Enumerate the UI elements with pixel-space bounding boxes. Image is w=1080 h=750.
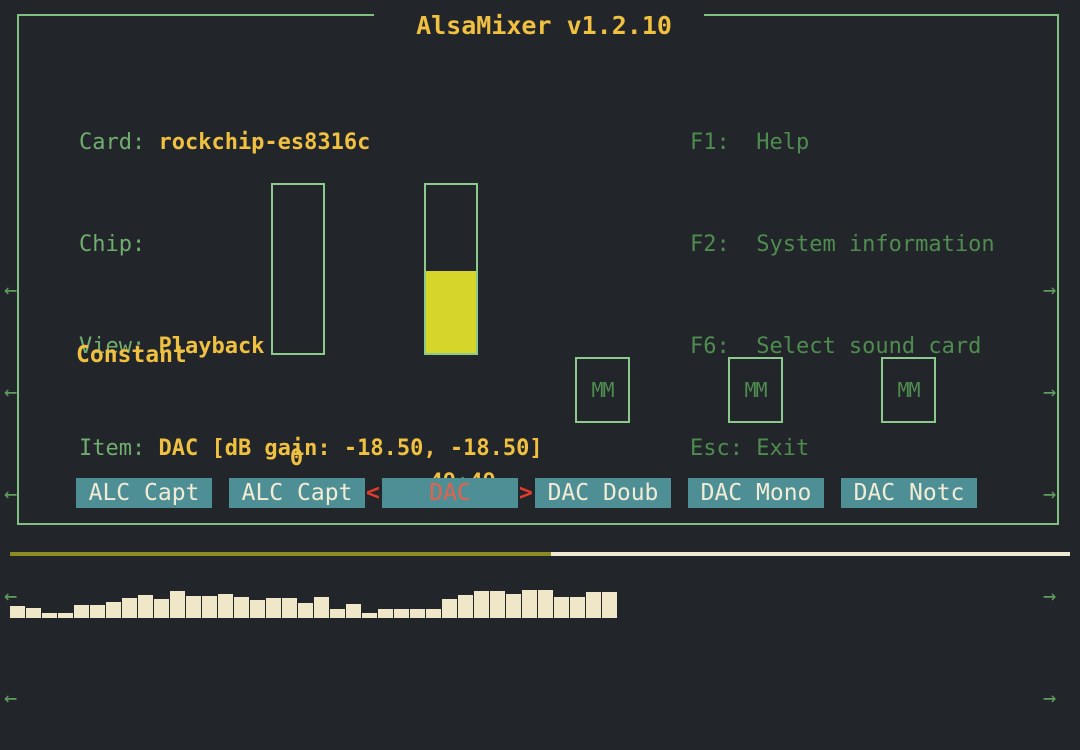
scale-label: Constant bbox=[76, 342, 187, 368]
header-value-card: rockchip-es8316c bbox=[158, 130, 371, 155]
shortcut-esc[interactable]: Esc: Exit bbox=[637, 398, 995, 461]
control-alc-capture-1[interactable]: ALC Capt bbox=[76, 478, 212, 508]
spectrum-bar bbox=[362, 613, 378, 618]
shortcut-f6-key: F6: bbox=[689, 334, 757, 359]
selection-marker-left: < bbox=[366, 480, 380, 506]
spectrum-bar bbox=[10, 606, 26, 618]
audio-spectrum-visualizer bbox=[10, 568, 710, 618]
left-arrow-icon: ← bbox=[4, 380, 18, 405]
spectrum-bar bbox=[458, 595, 474, 618]
shortcut-f1-key: F1: bbox=[689, 130, 757, 155]
spectrum-bar bbox=[282, 598, 298, 618]
shortcut-f2-action: System information bbox=[756, 232, 995, 257]
spectrum-bar bbox=[426, 609, 442, 618]
control-dac-notch[interactable]: DAC Notc bbox=[841, 478, 977, 508]
right-arrow-icon: → bbox=[1043, 278, 1057, 303]
right-arrow-icon: → bbox=[1043, 584, 1057, 609]
spectrum-bar bbox=[154, 599, 170, 618]
spectrum-bar bbox=[90, 605, 106, 618]
shortcut-f1[interactable]: F1: Help bbox=[637, 92, 995, 155]
left-arrow-icon: ← bbox=[4, 482, 18, 507]
spectrum-bar bbox=[378, 609, 394, 618]
spectrum-bar bbox=[58, 613, 74, 618]
scroll-right-arrows[interactable]: → → → → → bbox=[1043, 206, 1070, 750]
spectrum-bar bbox=[538, 590, 554, 618]
keyboard-shortcuts: F1: Help F2: System information F6: Sele… bbox=[637, 24, 995, 466]
scroll-left-arrows[interactable]: ← ← ← ← ← bbox=[4, 206, 31, 750]
right-arrow-icon: → bbox=[1043, 380, 1057, 405]
spectrum-bar bbox=[42, 613, 58, 618]
selection-marker-right: > bbox=[519, 480, 533, 506]
control-dac[interactable]: DAC bbox=[382, 478, 518, 508]
spectrum-bar bbox=[394, 609, 410, 618]
control-dac-double[interactable]: DAC Doub bbox=[535, 478, 671, 508]
shortcut-f6[interactable]: F6: Select sound card bbox=[637, 296, 995, 359]
left-arrow-icon: ← bbox=[4, 278, 18, 303]
header-label-chip: Chip: bbox=[78, 232, 159, 257]
spectrum-bar bbox=[106, 602, 122, 618]
spectrum-bar bbox=[554, 597, 570, 618]
shortcut-f2-key: F2: bbox=[689, 232, 757, 257]
spectrum-bar bbox=[202, 596, 218, 618]
left-arrow-icon: ← bbox=[4, 686, 18, 711]
spectrum-bar bbox=[170, 591, 186, 618]
volume-fill bbox=[426, 271, 476, 353]
volume-bar-alc-capture[interactable] bbox=[271, 183, 325, 355]
header-label-item: Item: bbox=[78, 436, 159, 461]
right-arrow-icon: → bbox=[1043, 482, 1057, 507]
spectrum-bar bbox=[74, 605, 90, 618]
shortcut-f1-action: Help bbox=[756, 130, 810, 155]
spectrum-bar bbox=[330, 609, 346, 618]
mute-indicator-dac-notch[interactable]: MM bbox=[881, 357, 936, 423]
spectrum-bar bbox=[234, 597, 250, 618]
spectrum-bar bbox=[522, 590, 538, 618]
spectrum-bar bbox=[250, 600, 266, 618]
shortcut-f6-action: Select sound card bbox=[756, 334, 982, 359]
progress-bar[interactable] bbox=[10, 552, 1070, 556]
control-dac-mono[interactable]: DAC Mono bbox=[688, 478, 824, 508]
spectrum-bar bbox=[570, 597, 586, 618]
shortcut-esc-action: Exit bbox=[756, 436, 810, 461]
spectrum-bar bbox=[506, 594, 522, 618]
spectrum-bar bbox=[586, 592, 602, 618]
spectrum-bar bbox=[298, 603, 314, 618]
volume-bar-dac[interactable] bbox=[424, 183, 478, 355]
control-alc-capture-2[interactable]: ALC Capt bbox=[229, 478, 365, 508]
value-label-alc-capture: 0 bbox=[289, 446, 304, 471]
spectrum-bar bbox=[474, 591, 490, 618]
mute-indicator-dac-mono[interactable]: MM bbox=[728, 357, 783, 423]
spectrum-bar bbox=[138, 595, 154, 618]
progress-remaining bbox=[551, 552, 1070, 556]
spectrum-bar bbox=[122, 598, 138, 618]
spectrum-bar bbox=[26, 608, 42, 618]
spectrum-bar bbox=[410, 609, 426, 618]
spectrum-bar bbox=[490, 591, 506, 618]
right-arrow-icon: → bbox=[1043, 686, 1057, 711]
spectrum-bar bbox=[186, 596, 202, 618]
progress-elapsed bbox=[10, 552, 551, 556]
header-row-item: Item: DAC [dB gain: -18.50, -18.50] bbox=[26, 398, 543, 461]
spectrum-bar bbox=[442, 599, 458, 618]
spectrum-bar bbox=[218, 594, 234, 618]
shortcut-esc-key: Esc: bbox=[689, 436, 757, 461]
spectrum-bar bbox=[266, 598, 282, 618]
header-label-card: Card: bbox=[78, 130, 159, 155]
shortcut-f2[interactable]: F2: System information bbox=[637, 194, 995, 257]
header-row-card: Card: rockchip-es8316c bbox=[26, 92, 543, 155]
spectrum-bar bbox=[346, 604, 362, 618]
spectrum-bar bbox=[314, 597, 330, 618]
spectrum-bar bbox=[602, 592, 618, 618]
mute-indicator-dac-double[interactable]: MM bbox=[575, 357, 630, 423]
